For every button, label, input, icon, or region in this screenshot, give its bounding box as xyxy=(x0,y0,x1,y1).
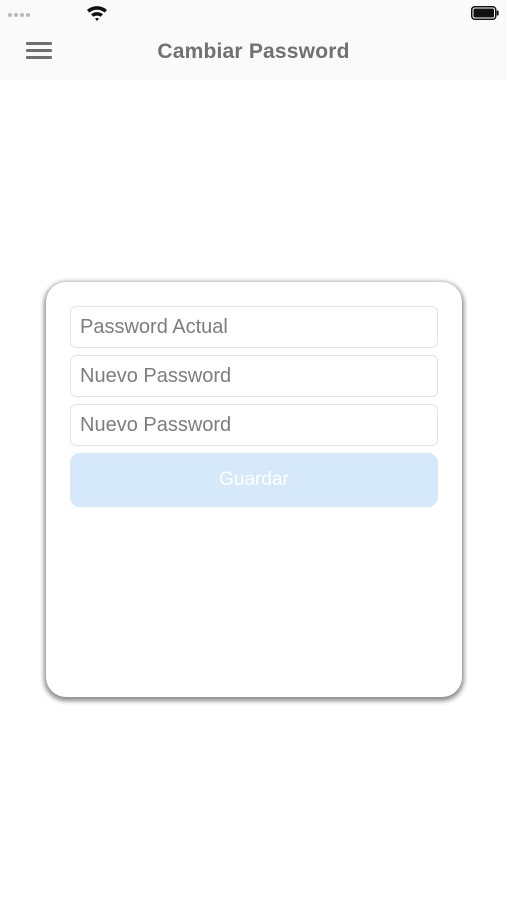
navigation-bar: Cambiar Password xyxy=(0,24,507,80)
save-button[interactable]: Guardar xyxy=(70,453,438,507)
page-title: Cambiar Password xyxy=(157,40,350,63)
current-password-input[interactable] xyxy=(70,306,438,348)
signal-dots-icon xyxy=(8,13,30,17)
status-bar xyxy=(0,0,507,24)
confirm-password-input[interactable] xyxy=(70,404,438,446)
change-password-card: Guardar xyxy=(46,282,462,697)
battery-icon xyxy=(471,6,499,20)
new-password-input[interactable] xyxy=(70,355,438,397)
wifi-icon xyxy=(87,6,107,21)
